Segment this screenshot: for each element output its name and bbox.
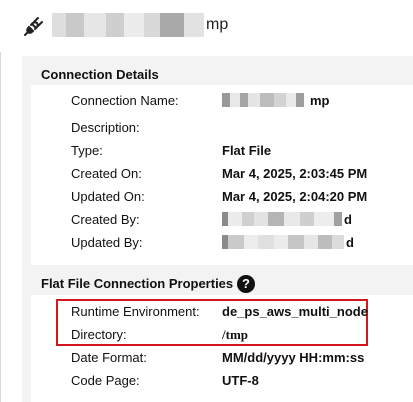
section-title-connection-details: Connection Details — [41, 67, 159, 82]
label-code-page: Code Page: — [71, 373, 140, 388]
value-date-format: MM/dd/yyyy HH:mm:ss — [222, 350, 365, 365]
redacted-connection-name — [222, 93, 304, 107]
label-connection-name: Connection Name: — [71, 93, 179, 108]
redacted-updated-by — [222, 235, 344, 249]
value-directory: /tmp — [222, 327, 248, 342]
label-runtime-environment: Runtime Environment: — [71, 304, 200, 319]
page-header: mp — [0, 0, 413, 52]
label-created-by: Created By: — [71, 212, 140, 227]
value-created-by: d — [344, 212, 352, 227]
plug-icon — [24, 17, 43, 36]
connection-title: mp — [206, 16, 229, 33]
value-connection-name: mp — [310, 93, 330, 108]
redacted-title — [52, 13, 204, 37]
label-updated-by: Updated By: — [71, 235, 143, 250]
help-icon[interactable]: ? — [237, 275, 255, 293]
value-code-page: UTF-8 — [222, 373, 259, 388]
label-directory: Directory: — [71, 327, 127, 342]
redacted-created-by — [222, 212, 342, 226]
label-updated-on: Updated On: — [71, 189, 145, 204]
value-type: Flat File — [222, 143, 272, 158]
value-runtime-environment: de_ps_aws_multi_node — [222, 304, 368, 319]
section-title-flat-file-properties: Flat File Connection Properties — [41, 276, 234, 291]
label-type: Type: — [71, 143, 103, 158]
value-updated-on: Mar 4, 2025, 2:04:20 PM — [222, 189, 368, 204]
divider — [0, 52, 1, 402]
label-date-format: Date Format: — [71, 350, 147, 365]
value-updated-by: d — [346, 235, 354, 250]
label-description: Description: — [71, 120, 140, 135]
label-created-on: Created On: — [71, 166, 142, 181]
value-created-on: Mar 4, 2025, 2:03:45 PM — [222, 166, 368, 181]
